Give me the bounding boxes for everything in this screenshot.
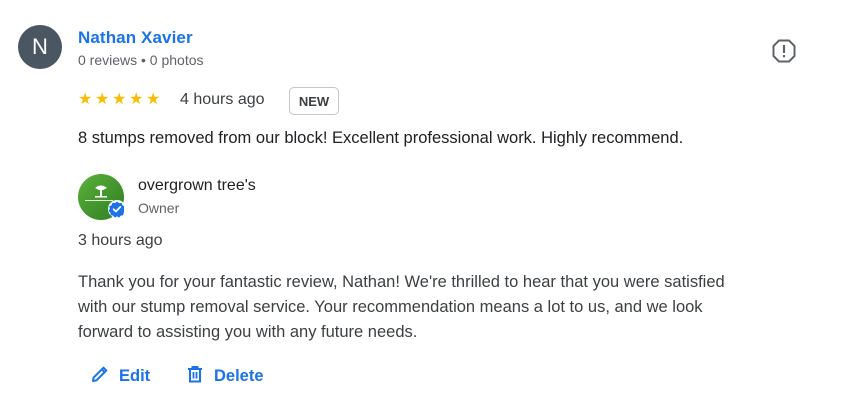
owner-role: Owner (138, 200, 180, 216)
owner-name: overgrown tree's (138, 177, 256, 194)
pencil-icon (90, 364, 110, 389)
reply-text: Thank you for your fantastic review, Nat… (78, 270, 818, 345)
reply-text-line: Thank you for your fantastic review, Nat… (78, 273, 725, 291)
delete-label: Delete (214, 366, 264, 385)
reply-text-line: with our stump removal service. Your rec… (78, 298, 703, 316)
owner-avatar[interactable] (78, 174, 126, 220)
review-time: 4 hours ago (180, 91, 265, 108)
reviewer-initial: N (32, 34, 48, 59)
star-icon: ★ (78, 91, 93, 108)
star-icon: ★ (129, 91, 144, 108)
reviewer-name[interactable]: Nathan Xavier (78, 28, 193, 48)
report-icon[interactable] (771, 38, 797, 64)
reviewer-avatar[interactable]: N (18, 25, 62, 69)
star-icon: ★ (146, 91, 161, 108)
edit-button[interactable]: Edit (90, 362, 150, 390)
star-icon: ★ (112, 91, 127, 108)
review-text: 8 stumps removed from our block! Excelle… (78, 129, 684, 147)
delete-button[interactable]: Delete (185, 362, 264, 390)
new-badge: NEW (289, 87, 339, 115)
reply-text-line: forward to assisting you with any future… (78, 323, 418, 341)
rating-stars: ★ ★ ★ ★ ★ (78, 91, 163, 109)
reply-time: 3 hours ago (78, 232, 163, 249)
edit-label: Edit (119, 366, 151, 385)
trash-icon (185, 364, 205, 389)
reviewer-meta: 0 reviews • 0 photos (78, 52, 204, 68)
star-icon: ★ (95, 91, 110, 108)
